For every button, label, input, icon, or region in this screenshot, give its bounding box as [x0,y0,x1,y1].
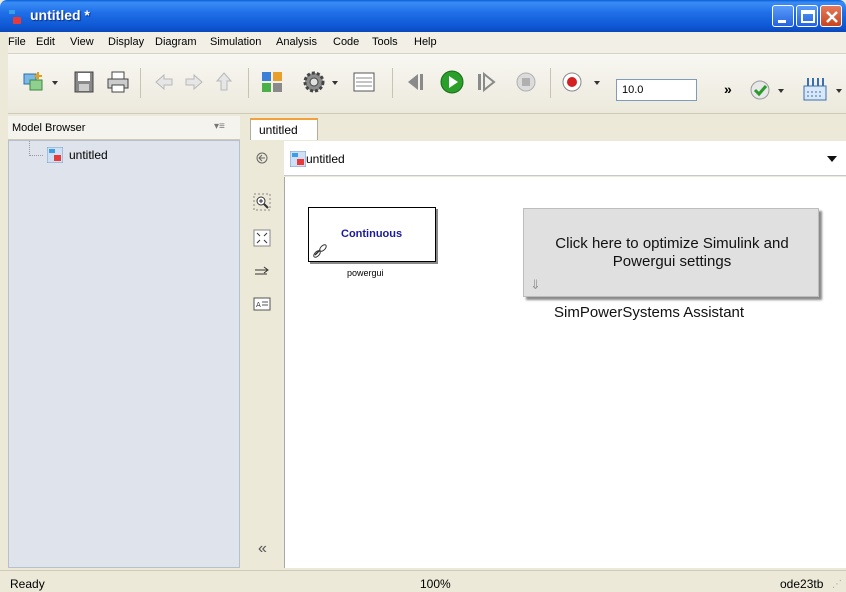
forward-icon[interactable] [180,68,208,96]
record-icon[interactable] [558,68,586,96]
breadcrumb[interactable]: untitled [284,141,846,176]
menu-edit[interactable]: Edit [36,36,55,48]
toolbar-overflow-button[interactable]: » [724,81,732,97]
title-bar[interactable]: untitled * [0,0,846,32]
zoom-in-icon[interactable] [252,192,272,212]
close-icon [826,11,838,23]
run-icon[interactable] [438,68,466,96]
chevron-down-icon[interactable] [52,80,58,86]
fit-to-view-icon[interactable] [252,228,272,248]
tab-label: untitled [259,123,298,137]
tree-item-untitled[interactable]: untitled [69,148,108,162]
menu-file[interactable]: File [8,36,26,48]
menu-help[interactable]: Help [414,36,437,48]
model-browser-header: Model Browser ▾≡ [8,116,240,140]
arrow-down-icon: ⇓ [530,277,541,292]
tab-bar: untitled [240,116,846,140]
assistant-block-label: SimPowerSystems Assistant [554,304,745,321]
menu-code[interactable]: Code [333,36,359,48]
powergui-block-label: powergui [347,268,384,278]
chevron-down-icon[interactable] [594,80,600,86]
maximize-button[interactable] [796,5,818,27]
window-frame-left [0,32,8,570]
resize-grip-icon[interactable]: ⋰ [832,579,842,590]
model-browser-panel[interactable]: untitled [8,140,240,568]
chevron-down-icon[interactable] [778,88,784,94]
menu-analysis[interactable]: Analysis [276,36,317,48]
menu-bar: File Edit View Display Diagram Simulatio… [0,32,846,54]
step-back-icon[interactable] [402,68,430,96]
menu-view[interactable]: View [70,36,94,48]
save-icon[interactable] [70,68,98,96]
up-icon[interactable] [210,68,238,96]
maximize-icon [801,10,815,23]
minimize-icon [778,20,786,23]
hide-browser-icon[interactable] [252,148,272,168]
print-icon[interactable] [104,68,132,96]
stop-icon[interactable] [512,68,540,96]
close-button[interactable] [820,5,842,27]
menu-display[interactable]: Display [108,36,144,48]
status-text: Ready [10,577,45,591]
palette-column: A « [240,140,284,568]
menu-simulation[interactable]: Simulation [210,36,261,48]
arrow-right-icon[interactable] [252,262,272,282]
menu-tools[interactable]: Tools [372,36,398,48]
step-forward-icon[interactable] [472,68,500,96]
status-bar: Ready 100% ode23tb ⋰ [0,570,846,592]
menu-diagram[interactable]: Diagram [155,36,197,48]
breadcrumb-path[interactable]: untitled [306,152,345,166]
window-title: untitled * [30,7,90,23]
check-icon[interactable] [746,76,774,104]
simulink-model-icon [47,147,63,163]
library-browser-icon[interactable] [258,68,286,96]
simpowersystems-assistant-block[interactable]: Click here to optimize Simulink and Powe… [523,208,819,297]
simulink-model-icon [290,151,306,167]
simulink-model-icon [9,10,21,24]
powergui-block-text: Continuous [341,228,403,240]
annotation-icon[interactable]: A [252,294,272,314]
tab-untitled[interactable]: untitled [250,118,318,140]
data-inspector-icon[interactable] [800,74,830,104]
stop-time-input[interactable]: 10.0 [616,79,697,101]
tree-connector [29,141,43,156]
model-explorer-icon[interactable] [350,68,378,96]
back-icon[interactable] [150,68,178,96]
model-browser-menu-icon[interactable]: ▾≡ [214,121,225,132]
zoom-level: 100% [420,577,451,591]
chevron-down-icon[interactable] [826,154,838,164]
model-browser-title: Model Browser [12,122,86,134]
solver-name[interactable]: ode23tb [780,577,823,591]
assistant-block-text: Click here to optimize Simulink and Powe… [555,235,789,270]
toolbar [0,54,846,114]
chevron-down-icon[interactable] [836,88,842,94]
library-link-icon [313,244,327,258]
powergui-block[interactable]: Continuous [308,207,436,262]
chevron-down-icon[interactable] [332,80,338,86]
collapse-palette-button[interactable]: « [258,540,267,558]
svg-text:A: A [256,301,261,309]
minimize-button[interactable] [772,5,794,27]
gear-icon[interactable] [300,68,328,96]
new-model-icon[interactable] [20,68,48,96]
